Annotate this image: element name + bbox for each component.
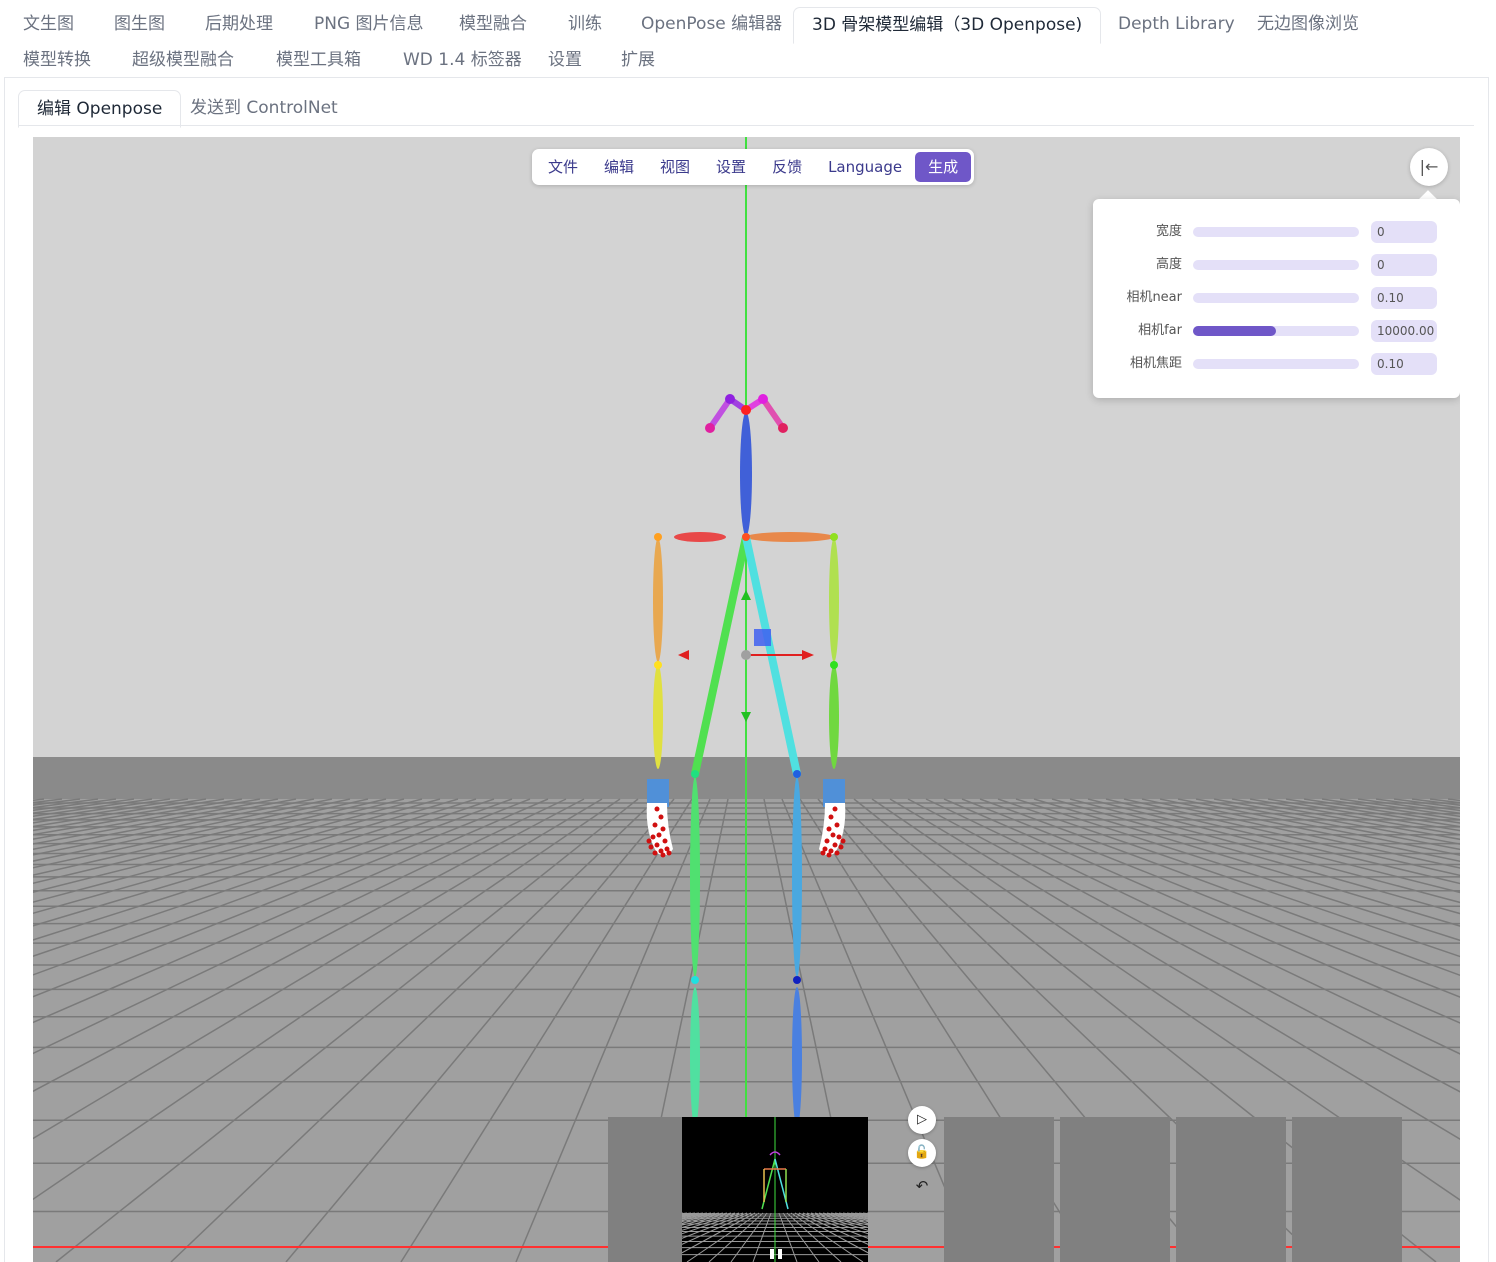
left-forearm-bone[interactable] bbox=[829, 665, 839, 769]
viewport-menubar: 文件 编辑 视图 设置 反馈 Language 生成 bbox=[532, 149, 975, 185]
camera-far-row: 相机far 10000.00 bbox=[1093, 320, 1460, 342]
camera-near-slider[interactable] bbox=[1193, 293, 1359, 303]
camera-height-slider[interactable] bbox=[1193, 260, 1359, 270]
3d-viewport[interactable]: 文件 编辑 视图 设置 反馈 Language 生成 |← 宽度 0 高度 0 … bbox=[33, 137, 1460, 1262]
right-shoulder-bone[interactable] bbox=[674, 532, 726, 542]
unlock-icon[interactable]: 🔓 bbox=[908, 1139, 936, 1167]
camera-focal-row: 相机焦距 0.10 bbox=[1093, 353, 1460, 375]
tab-postprocess[interactable]: 后期处理 bbox=[205, 7, 273, 41]
preview-slot-2[interactable] bbox=[944, 1117, 1054, 1262]
collapse-left-icon: |← bbox=[1419, 157, 1439, 176]
right-shin-bone[interactable] bbox=[690, 987, 700, 1127]
tab-model-toolkit[interactable]: 模型工具箱 bbox=[276, 43, 361, 77]
tab-infinite-browser[interactable]: 无边图像浏览 bbox=[1257, 7, 1359, 41]
tab-edit-openpose[interactable]: 编辑 Openpose bbox=[18, 90, 182, 128]
gizmo-y-neg-arrow-icon[interactable] bbox=[741, 712, 751, 722]
tab-send-to-controlnet[interactable]: 发送到 ControlNet bbox=[172, 90, 356, 126]
menu-file[interactable]: 文件 bbox=[535, 152, 591, 182]
right-upper-arm-bone[interactable] bbox=[653, 538, 663, 662]
left-thigh-bone[interactable] bbox=[792, 777, 802, 977]
camera-width-label: 宽度 bbox=[1155, 224, 1182, 239]
menu-language[interactable]: Language bbox=[815, 152, 915, 182]
tab-divider bbox=[4, 77, 1488, 78]
left-ear-bone[interactable] bbox=[760, 396, 786, 431]
left-shin-bone[interactable] bbox=[792, 987, 802, 1127]
right-ear-joint[interactable] bbox=[705, 423, 715, 433]
camera-focal-slider[interactable] bbox=[1193, 359, 1359, 369]
right-eye-joint[interactable] bbox=[725, 394, 735, 404]
left-ear-joint[interactable] bbox=[778, 423, 788, 433]
left-upper-arm-bone[interactable] bbox=[829, 538, 839, 662]
camera-height-input[interactable]: 0 bbox=[1371, 254, 1437, 276]
camera-far-slider[interactable] bbox=[1193, 326, 1359, 336]
right-knee-joint[interactable] bbox=[691, 976, 699, 984]
neck-joint[interactable] bbox=[742, 533, 750, 541]
preview-thumbnail[interactable] bbox=[682, 1117, 868, 1262]
right-shoulder-joint[interactable] bbox=[654, 533, 662, 541]
tab-3d-openpose[interactable]: 3D 骨架模型编辑（3D Openpose) bbox=[793, 7, 1102, 44]
collapse-panel-button[interactable]: |← bbox=[1410, 148, 1448, 186]
camera-focal-label: 相机焦距 bbox=[1129, 356, 1182, 371]
preview-strip: ▷ 🔓 ↶ bbox=[608, 1106, 1403, 1262]
sub-tab-bar: 编辑 Openpose 发送到 ControlNet bbox=[18, 90, 1474, 128]
gizmo-x-neg-arrow-icon[interactable] bbox=[678, 650, 689, 660]
left-hip-joint[interactable] bbox=[793, 770, 801, 778]
tab-settings[interactable]: 设置 bbox=[548, 43, 582, 77]
right-ear-bone[interactable] bbox=[707, 396, 733, 431]
tab-wd14-tagger[interactable]: WD 1.4 标签器 bbox=[403, 43, 522, 77]
preview-slot-5[interactable] bbox=[1292, 1117, 1402, 1262]
main-tab-bar: 文生图 图生图 后期处理 PNG 图片信息 模型融合 训练 OpenPose 编… bbox=[0, 0, 1496, 78]
play-next-icon[interactable]: ▷ bbox=[908, 1106, 936, 1134]
camera-width-row: 宽度 0 bbox=[1093, 221, 1460, 243]
tab-depth-library[interactable]: Depth Library bbox=[1118, 7, 1235, 41]
tab-super-merge[interactable]: 超级模型融合 bbox=[132, 43, 234, 77]
preview-slot-3[interactable] bbox=[1060, 1117, 1170, 1262]
left-elbow-joint[interactable] bbox=[830, 661, 838, 669]
camera-height-label: 高度 bbox=[1155, 257, 1182, 272]
tab-txt2img[interactable]: 文生图 bbox=[23, 7, 74, 41]
undo-icon[interactable]: ↶ bbox=[908, 1172, 936, 1200]
right-hip-joint[interactable] bbox=[691, 770, 699, 778]
camera-height-row: 高度 0 bbox=[1093, 254, 1460, 276]
left-shoulder-bone[interactable] bbox=[746, 532, 834, 542]
tab-png-info[interactable]: PNG 图片信息 bbox=[314, 7, 424, 41]
gizmo-plane-handle[interactable] bbox=[754, 629, 771, 646]
tab-extensions[interactable]: 扩展 bbox=[621, 43, 655, 77]
gizmo-center[interactable] bbox=[741, 650, 751, 660]
camera-near-input[interactable]: 0.10 bbox=[1371, 287, 1437, 309]
right-hip-bone[interactable] bbox=[691, 533, 750, 778]
camera-near-row: 相机near 0.10 bbox=[1093, 287, 1460, 309]
menu-view[interactable]: 视图 bbox=[647, 152, 703, 182]
preview-slot-4[interactable] bbox=[1176, 1117, 1286, 1262]
camera-far-label: 相机far bbox=[1138, 323, 1182, 338]
generate-button[interactable]: 生成 bbox=[915, 152, 972, 182]
left-shoulder-joint[interactable] bbox=[830, 533, 838, 541]
tab-model-convert[interactable]: 模型转换 bbox=[23, 43, 91, 77]
gizmo-y-arrow-icon[interactable] bbox=[741, 590, 751, 600]
camera-near-label: 相机near bbox=[1126, 290, 1182, 305]
tab-model-merge[interactable]: 模型融合 bbox=[459, 7, 527, 41]
left-knee-joint[interactable] bbox=[793, 976, 801, 984]
camera-settings-panel: 宽度 0 高度 0 相机near 0.10 相机far 10000.00 相机焦… bbox=[1093, 199, 1460, 398]
tab-openpose-editor[interactable]: OpenPose 编辑器 bbox=[641, 7, 782, 41]
right-forearm-bone[interactable] bbox=[653, 665, 663, 769]
camera-far-fill bbox=[1193, 326, 1276, 336]
menu-settings[interactable]: 设置 bbox=[703, 152, 759, 182]
left-eye-joint[interactable] bbox=[758, 394, 768, 404]
right-thigh-bone[interactable] bbox=[690, 777, 700, 977]
neck-bone[interactable] bbox=[740, 412, 752, 536]
camera-width-input[interactable]: 0 bbox=[1371, 221, 1437, 243]
tab-img2img[interactable]: 图生图 bbox=[114, 7, 165, 41]
gizmo-x-arrow-icon[interactable] bbox=[802, 650, 814, 660]
camera-width-slider[interactable] bbox=[1193, 227, 1359, 237]
camera-far-input[interactable]: 10000.00 bbox=[1371, 320, 1437, 342]
menu-edit[interactable]: 编辑 bbox=[591, 152, 647, 182]
right-elbow-joint[interactable] bbox=[654, 661, 662, 669]
camera-focal-input[interactable]: 0.10 bbox=[1371, 353, 1437, 375]
nose-joint[interactable] bbox=[741, 405, 751, 415]
menu-feedback[interactable]: 反馈 bbox=[759, 152, 815, 182]
tab-train[interactable]: 训练 bbox=[568, 7, 602, 41]
sub-tab-divider bbox=[18, 125, 1474, 126]
